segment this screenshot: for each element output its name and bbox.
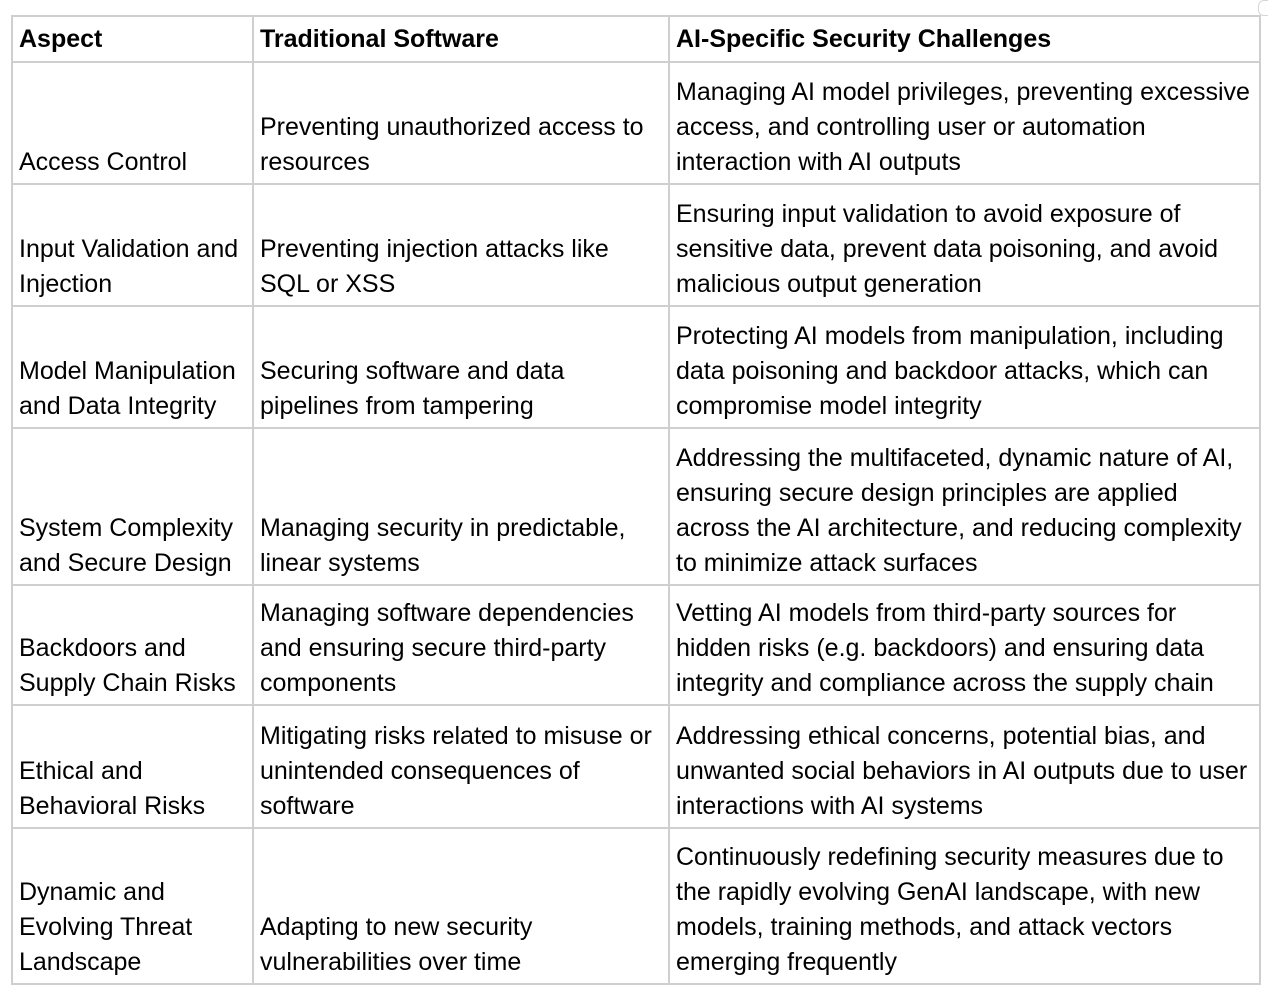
cell-traditional: Managing security in predictable, linear…: [252, 427, 670, 586]
cell-traditional: Adapting to new security vulnerabilities…: [252, 827, 670, 985]
cell-ai-challenge: Addressing ethical concerns, potential b…: [668, 704, 1261, 829]
header-aspect: Aspect: [11, 15, 254, 63]
cell-aspect: Input Validation and Injection: [11, 183, 254, 307]
window-corner: [1258, 0, 1268, 16]
table-row: Dynamic and Evolving Threat Landscape Ad…: [11, 827, 1261, 985]
cell-aspect: System Complexity and Secure Design: [11, 427, 254, 586]
cell-aspect: Model Manipulation and Data Integrity: [11, 305, 254, 429]
cell-aspect: Access Control: [11, 61, 254, 185]
table-row: Model Manipulation and Data Integrity Se…: [11, 305, 1261, 429]
header-row: Aspect Traditional Software AI-Specific …: [11, 15, 1261, 63]
cell-aspect: Ethical and Behavioral Risks: [11, 704, 254, 829]
cell-ai-challenge: Continuously redefining security measure…: [668, 827, 1261, 985]
cell-traditional: Preventing injection attacks like SQL or…: [252, 183, 670, 307]
cell-traditional: Preventing unauthorized access to resour…: [252, 61, 670, 185]
cell-ai-challenge: Addressing the multifaceted, dynamic nat…: [668, 427, 1261, 586]
table-row: Input Validation and Injection Preventin…: [11, 183, 1261, 307]
cell-ai-challenge: Protecting AI models from manipulation, …: [668, 305, 1261, 429]
cell-traditional: Mitigating risks related to misuse or un…: [252, 704, 670, 829]
cell-aspect: Dynamic and Evolving Threat Landscape: [11, 827, 254, 985]
table-row: Backdoors and Supply Chain Risks Managin…: [11, 584, 1261, 706]
table-row: Ethical and Behavioral Risks Mitigating …: [11, 704, 1261, 829]
cell-traditional: Securing software and data pipelines fro…: [252, 305, 670, 429]
cell-ai-challenge: Managing AI model privileges, preventing…: [668, 61, 1261, 185]
comparison-table: Aspect Traditional Software AI-Specific …: [11, 15, 1261, 985]
cell-aspect: Backdoors and Supply Chain Risks: [11, 584, 254, 706]
header-ai-challenges: AI-Specific Security Challenges: [668, 15, 1261, 63]
cell-traditional: Managing software dependencies and ensur…: [252, 584, 670, 706]
cell-ai-challenge: Ensuring input validation to avoid expos…: [668, 183, 1261, 307]
header-traditional-software: Traditional Software: [252, 15, 670, 63]
cell-ai-challenge: Vetting AI models from third-party sourc…: [668, 584, 1261, 706]
table-row: Access Control Preventing unauthorized a…: [11, 61, 1261, 185]
table-row: System Complexity and Secure Design Mana…: [11, 427, 1261, 586]
